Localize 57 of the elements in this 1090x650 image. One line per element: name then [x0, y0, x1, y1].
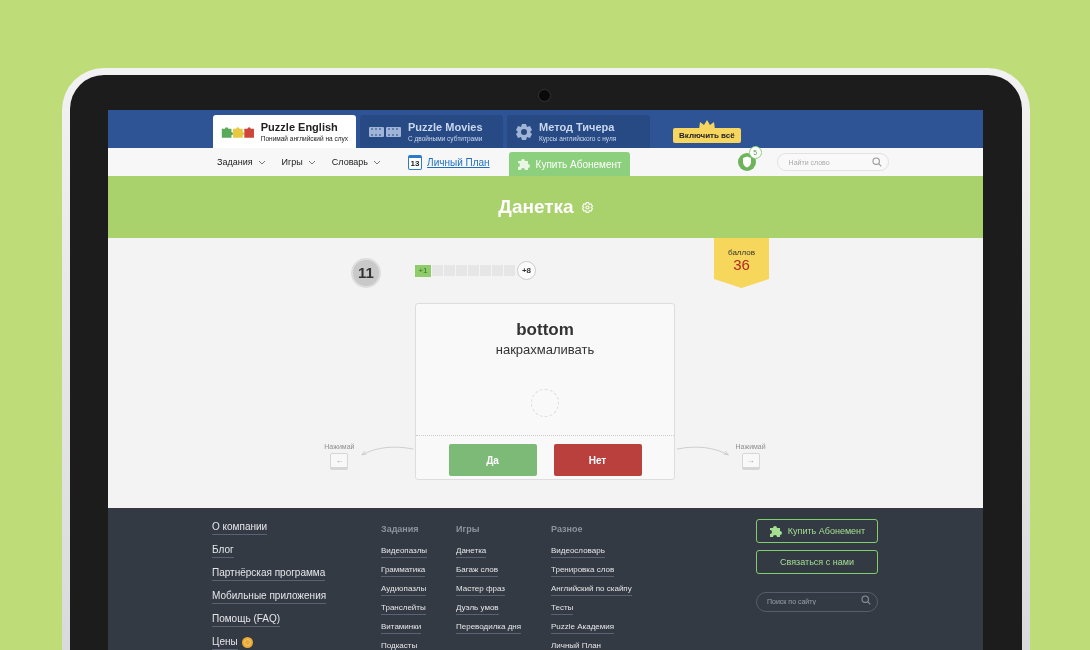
- footer-link[interactable]: Личный План: [551, 639, 602, 650]
- timer: 11: [351, 257, 381, 288]
- footer-link[interactable]: Переводилка дня: [456, 620, 522, 634]
- footer-link[interactable]: Блог: [212, 542, 234, 558]
- footer-link[interactable]: Подкасты: [381, 639, 418, 650]
- search-icon[interactable]: [861, 595, 871, 605]
- chevron-icon: [257, 159, 266, 165]
- footer-link[interactable]: Данетка: [456, 544, 487, 558]
- shield-icon[interactable]: [737, 153, 756, 171]
- chevron-icon: [373, 159, 382, 165]
- column-heading: Задания: [381, 523, 419, 536]
- footer-link[interactable]: Транслейты: [381, 601, 426, 615]
- footer-link[interactable]: О компании: [212, 519, 268, 535]
- nav-menu[interactable]: Игры: [281, 157, 316, 167]
- footer-link[interactable]: Витаминки: [381, 620, 422, 634]
- column-heading: Разное: [551, 523, 583, 536]
- footer-link[interactable]: Тренировка слов: [551, 563, 615, 577]
- footer-link[interactable]: Мобильные приложения: [212, 588, 327, 604]
- plan-link[interactable]: Личный План: [427, 156, 490, 168]
- puzzle-icon: [768, 524, 783, 538]
- buy-subscription-button[interactable]: Купить Абонемент: [756, 519, 878, 543]
- footer-link[interactable]: Мастер фраз: [456, 582, 505, 596]
- footer-link[interactable]: Аудиопазлы: [381, 582, 427, 596]
- progress-segment: +1: [415, 264, 431, 277]
- puzzle-icon: [516, 157, 531, 171]
- bonus-badge: +8: [517, 261, 536, 280]
- footer-link[interactable]: Багаж слов: [456, 563, 498, 577]
- score-ribbon: баллов 36: [714, 238, 769, 288]
- footer-link[interactable]: Английский по скайпу: [551, 582, 632, 596]
- film-strip-icon: [368, 124, 402, 139]
- footer-link[interactable]: Puzzle Академия: [551, 620, 615, 634]
- translation: накрахмаливать: [495, 342, 595, 357]
- english-word: bottom: [516, 320, 574, 340]
- footer-link[interactable]: Цены: [212, 634, 238, 650]
- nav-menu[interactable]: Словарь: [331, 157, 382, 167]
- camera-icon: [537, 89, 551, 102]
- footer-link[interactable]: Видеопазлы: [381, 544, 428, 558]
- key-icon: ←: [330, 453, 349, 470]
- footer-link[interactable]: Помощь (FAQ): [212, 611, 281, 627]
- column-heading: Игры: [456, 523, 480, 536]
- answer-button[interactable]: Нет: [553, 444, 642, 476]
- footer-link[interactable]: Тесты: [551, 601, 574, 615]
- search-icon[interactable]: [871, 157, 882, 167]
- calendar-icon: 13: [408, 154, 423, 170]
- settings-icon[interactable]: [581, 201, 593, 213]
- footer-link[interactable]: Видеословарь: [551, 544, 605, 558]
- contact-button[interactable]: Связаться с нами: [756, 550, 878, 574]
- nav-menu[interactable]: Задания: [217, 157, 266, 167]
- footer-link[interactable]: Дуэль умов: [456, 601, 499, 615]
- page-title: Данетка: [498, 196, 574, 218]
- footer-link[interactable]: Грамматика: [381, 563, 426, 577]
- gear-icon: [515, 122, 533, 141]
- coin-icon: [241, 636, 253, 648]
- footer-link[interactable]: Партнёрская программа: [212, 565, 326, 581]
- chevron-icon: [307, 159, 316, 165]
- key-icon: →: [741, 453, 760, 470]
- enable-all-button[interactable]: Включить всё: [673, 128, 741, 143]
